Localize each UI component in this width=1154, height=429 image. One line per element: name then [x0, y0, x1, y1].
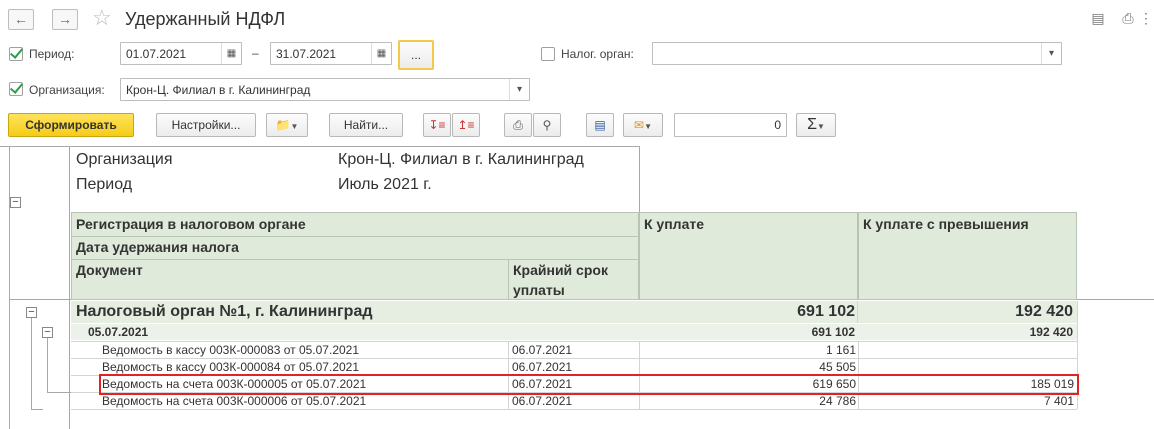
sort-desc-button[interactable]: ↧≡: [423, 113, 451, 137]
preview-icon: ⚲: [542, 118, 552, 132]
report-spreadsheet[interactable]: − − − Организация Крон-Ц. Филиал в г. Ка…: [0, 146, 1154, 429]
param-org-label: Организация: [76, 151, 173, 168]
chevron-down-icon: ▼: [644, 122, 652, 131]
period-to-value: 31.07.2021: [276, 47, 337, 61]
back-button[interactable]: ←: [8, 9, 34, 30]
header-document: Документ: [76, 262, 143, 278]
send-email-button[interactable]: ✉▼: [623, 113, 663, 137]
param-period-label: Период: [76, 176, 133, 193]
param-org-value: Крон-Ц. Филиал в г. Калининград: [338, 151, 584, 168]
envelope-icon: ✉: [634, 118, 645, 132]
row-1-document[interactable]: Ведомость в кассу 003К-000083 от 05.07.2…: [102, 343, 359, 357]
row-4-pay-excess: 7 401: [1043, 394, 1074, 408]
param-period-value: Июль 2021 г.: [338, 176, 432, 193]
header-pay-excess-label: К уплате с превышения: [863, 216, 1029, 232]
tax-office-checkbox[interactable]: [541, 47, 555, 61]
sigma-icon: Σ: [807, 116, 817, 133]
forward-button[interactable]: →: [52, 9, 78, 30]
calendar-icon[interactable]: ▦: [371, 43, 391, 64]
header-pay-label: К уплате: [644, 216, 704, 232]
highlight-box: [99, 374, 1079, 395]
collapse-group-toggle[interactable]: −: [26, 307, 37, 318]
sort-asc-icon: ↥≡: [457, 118, 475, 132]
period-dash: –: [252, 46, 259, 60]
period-to-input[interactable]: 31.07.2021 ▦: [270, 42, 392, 65]
find-button[interactable]: Найти...: [329, 113, 403, 137]
variants-button[interactable]: 📁▼: [266, 113, 308, 137]
row-1-pay: 1 161: [825, 343, 856, 357]
more-icon[interactable]: ⋮: [1138, 10, 1154, 26]
sort-asc-button[interactable]: ↥≡: [452, 113, 480, 137]
sort-desc-icon: ↧≡: [428, 118, 446, 132]
row-4-deadline: 06.07.2021: [512, 394, 573, 408]
chevron-down-icon: ▼: [290, 122, 299, 131]
organization-label: Организация:: [29, 83, 105, 97]
row-2-pay: 45 505: [819, 360, 856, 374]
organization-checkbox[interactable]: [9, 82, 23, 96]
period-select-button[interactable]: ...: [398, 40, 434, 70]
period-label: Период:: [29, 47, 75, 61]
page-title: Удержанный НДФЛ: [125, 9, 286, 29]
row-1-deadline: 06.07.2021: [512, 343, 573, 357]
group-pay-excess: 192 420: [1015, 303, 1073, 320]
organization-select[interactable]: Крон-Ц. Филиал в г. Калининград ▾: [120, 78, 530, 101]
settings-button[interactable]: Настройки...: [156, 113, 256, 137]
chevron-down-icon: ▼: [816, 122, 825, 131]
period-from-value: 01.07.2021: [126, 47, 187, 61]
row-2-deadline: 06.07.2021: [512, 360, 573, 374]
chevron-down-icon[interactable]: ▾: [1041, 43, 1061, 64]
folder-icon: 📁: [275, 118, 291, 132]
row-4-document[interactable]: Ведомость на счета 003К-000006 от 05.07.…: [102, 394, 366, 408]
period-from-input[interactable]: 01.07.2021 ▦: [120, 42, 242, 65]
print-icon[interactable]: ⎙: [1120, 10, 1136, 26]
header-deadline-line1: Крайний срок: [513, 262, 608, 278]
print-icon: ⎙: [513, 118, 523, 132]
save-icon: ▤: [594, 118, 606, 132]
sum-mode-button[interactable]: Σ▼: [796, 113, 836, 137]
organization-value: Крон-Ц. Филиал в г. Калининград: [126, 83, 311, 97]
collapse-subgroup-toggle[interactable]: −: [42, 327, 53, 338]
header-registration: Регистрация в налоговом органе: [76, 216, 306, 232]
save-button[interactable]: ▤: [586, 113, 614, 137]
period-checkbox[interactable]: [9, 47, 23, 61]
sum-field[interactable]: 0: [674, 113, 787, 137]
tax-office-select[interactable]: ▾: [652, 42, 1062, 65]
subgroup-date: 05.07.2021: [88, 325, 149, 339]
favorite-star-icon[interactable]: ☆: [92, 5, 112, 31]
chevron-down-icon[interactable]: ▾: [509, 79, 529, 100]
row-4-pay: 24 786: [819, 394, 856, 408]
calendar-icon[interactable]: ▦: [221, 43, 241, 64]
collapse-header-toggle[interactable]: −: [10, 197, 21, 208]
print-button[interactable]: ⎙: [504, 113, 532, 137]
save-icon[interactable]: ▤: [1090, 10, 1106, 26]
row-2-document[interactable]: Ведомость в кассу 003К-000084 от 05.07.2…: [102, 360, 359, 374]
header-deadline-line2: уплаты: [513, 282, 565, 298]
group-name: Налоговый орган №1, г. Калининград: [76, 303, 373, 320]
header-date: Дата удержания налога: [76, 239, 239, 255]
tax-office-label: Налог. орган:: [561, 47, 634, 61]
generate-button[interactable]: Сформировать: [8, 113, 134, 137]
subgroup-pay: 691 102: [811, 325, 855, 339]
subgroup-pay-excess: 192 420: [1029, 325, 1073, 339]
preview-button[interactable]: ⚲: [533, 113, 561, 137]
group-pay: 691 102: [797, 303, 855, 320]
